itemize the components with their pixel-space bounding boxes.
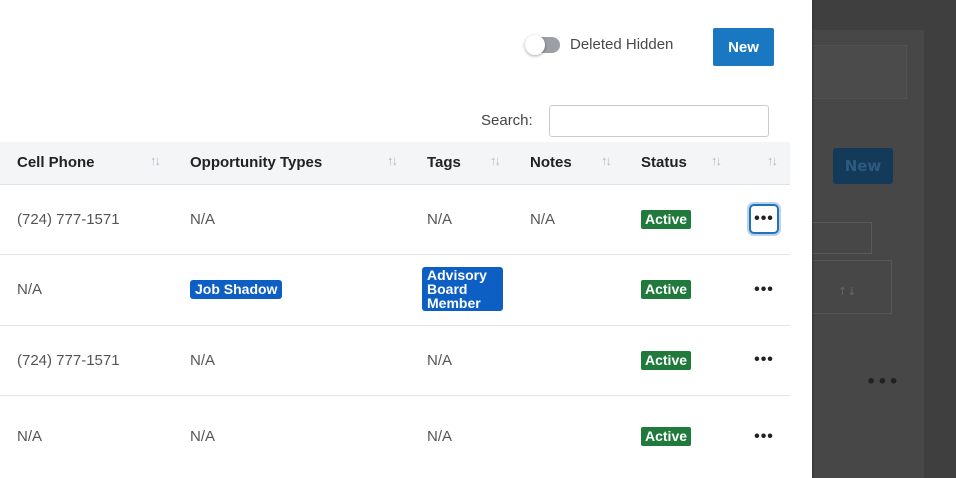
header-cell-phone[interactable]: Cell Phone ↑↓ xyxy=(0,142,173,185)
drawer-edge xyxy=(812,0,814,478)
status-badge: Active xyxy=(641,280,692,299)
background-header-bar xyxy=(800,45,907,99)
sort-icon: ↑↓ xyxy=(767,153,778,168)
search-label: Search: xyxy=(481,112,533,129)
data-table: Cell Phone ↑↓ Opportunity Types ↑↓ Tags ↑↓ … xyxy=(0,142,790,478)
background-new-button: New xyxy=(833,148,893,184)
cell-status: Active xyxy=(624,254,734,326)
sort-icon: ↑↓ xyxy=(601,153,612,168)
deleted-toggle-group: Deleted Hidden xyxy=(525,34,674,55)
opportunity-badge: Job Shadow xyxy=(190,280,283,299)
cell-notes xyxy=(513,325,624,396)
sort-icon: ↑↓ xyxy=(387,153,398,168)
table-row: N/A N/A N/A Active ••• xyxy=(0,395,790,478)
background-sort-icon: ↑↓ xyxy=(838,285,857,298)
header-label: Notes xyxy=(530,154,572,172)
header-actions[interactable]: ↑↓ xyxy=(734,142,790,185)
header-label: Opportunity Types xyxy=(190,154,323,172)
sort-icon: ↑↓ xyxy=(490,153,501,168)
cell-notes xyxy=(513,254,624,326)
sort-icon: ↑↓ xyxy=(150,153,161,168)
table-row: N/A Job Shadow Advisory Board Member Act… xyxy=(0,254,790,326)
cell-actions: ••• xyxy=(734,254,790,326)
cell-tags: N/A xyxy=(410,325,513,396)
status-badge: Active xyxy=(641,427,692,446)
header-label: Status xyxy=(641,154,687,172)
cell-opportunity: N/A xyxy=(173,184,410,255)
sort-icon: ↑↓ xyxy=(711,153,722,168)
cell-actions: ••• xyxy=(734,184,790,255)
new-button[interactable]: New xyxy=(713,28,774,66)
cell-tags: Advisory Board Member xyxy=(410,254,513,326)
cell-status: Active xyxy=(624,325,734,396)
cell-opportunity: N/A xyxy=(173,325,410,396)
header-status[interactable]: Status ↑↓ xyxy=(624,142,734,185)
background-actions-icon: ••• xyxy=(866,372,900,391)
cell-phone: (724) 777-1571 xyxy=(0,184,173,255)
header-tags[interactable]: Tags ↑↓ xyxy=(410,142,513,185)
cell-status: Active xyxy=(624,184,734,255)
deleted-hidden-label: Deleted Hidden xyxy=(570,36,674,53)
header-label: Tags xyxy=(427,154,461,172)
header-notes[interactable]: Notes ↑↓ xyxy=(513,142,624,185)
search-input[interactable] xyxy=(549,105,769,137)
status-badge: Active xyxy=(641,209,692,229)
cell-opportunity: N/A xyxy=(173,395,410,478)
cell-actions: ••• xyxy=(734,325,790,396)
deleted-hidden-toggle[interactable] xyxy=(525,34,560,55)
cell-opportunity: Job Shadow xyxy=(173,254,410,326)
cell-phone: (724) 777-1571 xyxy=(0,325,173,396)
cell-tags: N/A xyxy=(410,395,513,478)
header-opportunity-types[interactable]: Opportunity Types ↑↓ xyxy=(173,142,410,185)
tag-badge: Advisory Board Member xyxy=(422,267,503,311)
status-badge: Active xyxy=(641,350,692,370)
table-header-row: Cell Phone ↑↓ Opportunity Types ↑↓ Tags ↑↓ … xyxy=(0,142,790,185)
row-actions-button[interactable]: ••• xyxy=(749,275,779,305)
cell-notes: N/A xyxy=(513,184,624,255)
cell-tags: N/A xyxy=(410,184,513,255)
cell-status: Active xyxy=(624,395,734,478)
drawer-panel: Deleted Hidden New Search: Cell Phone ↑↓ … xyxy=(0,0,812,478)
header-label: Cell Phone xyxy=(17,154,95,172)
cell-phone: N/A xyxy=(0,395,173,478)
row-actions-button[interactable]: ••• xyxy=(749,204,779,234)
table-row: (724) 777-1571 N/A N/A Active ••• xyxy=(0,325,790,396)
row-actions-button[interactable]: ••• xyxy=(749,345,779,375)
row-actions-button[interactable]: ••• xyxy=(749,422,779,452)
cell-actions: ••• xyxy=(734,395,790,478)
table-row: (724) 777-1571 N/A N/A N/A Active ••• xyxy=(0,184,790,255)
toggle-knob xyxy=(525,34,545,55)
cell-phone: N/A xyxy=(0,254,173,326)
cell-notes xyxy=(513,395,624,478)
